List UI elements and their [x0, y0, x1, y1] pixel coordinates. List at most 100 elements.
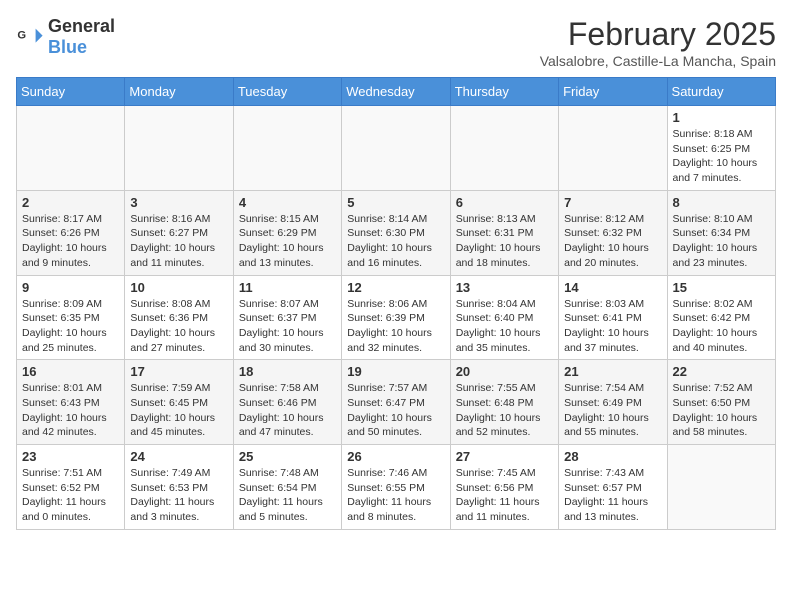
day-number: 27: [456, 449, 553, 464]
weekday-header-monday: Monday: [125, 78, 233, 106]
weekday-header-saturday: Saturday: [667, 78, 775, 106]
calendar-cell: 18 Sunrise: 7:58 AM Sunset: 6:46 PM Dayli…: [233, 360, 341, 445]
day-info: Sunrise: 8:10 AM Sunset: 6:34 PM Dayligh…: [673, 212, 770, 271]
day-info: Sunrise: 8:16 AM Sunset: 6:27 PM Dayligh…: [130, 212, 227, 271]
calendar-cell: 7 Sunrise: 8:12 AM Sunset: 6:32 PM Daylig…: [559, 190, 667, 275]
day-number: 19: [347, 364, 444, 379]
month-year-title: February 2025: [540, 16, 776, 53]
calendar-cell: 5 Sunrise: 8:14 AM Sunset: 6:30 PM Daylig…: [342, 190, 450, 275]
day-info: Sunrise: 8:09 AM Sunset: 6:35 PM Dayligh…: [22, 297, 119, 356]
day-number: 10: [130, 280, 227, 295]
day-info: Sunrise: 8:14 AM Sunset: 6:30 PM Dayligh…: [347, 212, 444, 271]
calendar-week-row: 2Sunrise: 8:17 AM Sunset: 6:26 PM Daylig…: [17, 190, 776, 275]
day-info: Sunrise: 7:55 AM Sunset: 6:48 PM Dayligh…: [456, 381, 553, 440]
day-info: Sunrise: 7:46 AM Sunset: 6:55 PM Dayligh…: [347, 466, 444, 525]
calendar-cell: 13 Sunrise: 8:04 AM Sunset: 6:40 PM Dayli…: [450, 275, 558, 360]
calendar-cell: 4 Sunrise: 8:15 AM Sunset: 6:29 PM Daylig…: [233, 190, 341, 275]
day-info: Sunrise: 8:18 AM Sunset: 6:25 PM Dayligh…: [673, 127, 770, 186]
weekday-header-thursday: Thursday: [450, 78, 558, 106]
calendar-cell: 1 Sunrise: 8:18 AM Sunset: 6:25 PM Daylig…: [667, 106, 775, 191]
day-number: 24: [130, 449, 227, 464]
calendar-cell: 28Sunrise: 7:43 AM Sunset: 6:57 PM Dayli…: [559, 445, 667, 530]
day-info: Sunrise: 8:08 AM Sunset: 6:36 PM Dayligh…: [130, 297, 227, 356]
svg-text:G: G: [17, 29, 26, 41]
calendar-week-row: 23 Sunrise: 7:51 AM Sunset: 6:52 PM Dayli…: [17, 445, 776, 530]
logo-general-text: General: [48, 16, 115, 36]
weekday-header-friday: Friday: [559, 78, 667, 106]
calendar-cell: [125, 106, 233, 191]
logo-blue-text: Blue: [48, 37, 87, 57]
calendar-cell: [233, 106, 341, 191]
day-number: 7: [564, 195, 661, 210]
weekday-header-row: SundayMondayTuesdayWednesdayThursdayFrid…: [17, 78, 776, 106]
day-info: Sunrise: 7:59 AM Sunset: 6:45 PM Dayligh…: [130, 381, 227, 440]
day-number: 16: [22, 364, 119, 379]
calendar-cell: [17, 106, 125, 191]
day-number: 15: [673, 280, 770, 295]
day-number: 6: [456, 195, 553, 210]
calendar-cell: [667, 445, 775, 530]
day-number: 20: [456, 364, 553, 379]
calendar-cell: 21Sunrise: 7:54 AM Sunset: 6:49 PM Dayli…: [559, 360, 667, 445]
day-number: 23: [22, 449, 119, 464]
day-info: Sunrise: 8:15 AM Sunset: 6:29 PM Dayligh…: [239, 212, 336, 271]
day-info: Sunrise: 7:51 AM Sunset: 6:52 PM Dayligh…: [22, 466, 119, 525]
calendar-cell: [559, 106, 667, 191]
calendar-cell: 25 Sunrise: 7:48 AM Sunset: 6:54 PM Dayli…: [233, 445, 341, 530]
day-number: 18: [239, 364, 336, 379]
weekday-header-tuesday: Tuesday: [233, 78, 341, 106]
day-info: Sunrise: 8:13 AM Sunset: 6:31 PM Dayligh…: [456, 212, 553, 271]
day-number: 5: [347, 195, 444, 210]
day-info: Sunrise: 8:06 AM Sunset: 6:39 PM Dayligh…: [347, 297, 444, 356]
calendar-cell: 11 Sunrise: 8:07 AM Sunset: 6:37 PM Dayli…: [233, 275, 341, 360]
day-info: Sunrise: 8:12 AM Sunset: 6:32 PM Dayligh…: [564, 212, 661, 271]
calendar-cell: 22 Sunrise: 7:52 AM Sunset: 6:50 PM Dayli…: [667, 360, 775, 445]
calendar-cell: 10 Sunrise: 8:08 AM Sunset: 6:36 PM Dayli…: [125, 275, 233, 360]
weekday-header-wednesday: Wednesday: [342, 78, 450, 106]
day-number: 4: [239, 195, 336, 210]
day-info: Sunrise: 7:52 AM Sunset: 6:50 PM Dayligh…: [673, 381, 770, 440]
page-header: G General Blue February 2025 Valsalobre,…: [16, 16, 776, 69]
day-number: 25: [239, 449, 336, 464]
logo-icon: G: [16, 23, 44, 51]
calendar-week-row: 1 Sunrise: 8:18 AM Sunset: 6:25 PM Daylig…: [17, 106, 776, 191]
weekday-header-sunday: Sunday: [17, 78, 125, 106]
calendar-cell: 8 Sunrise: 8:10 AM Sunset: 6:34 PM Daylig…: [667, 190, 775, 275]
day-info: Sunrise: 7:43 AM Sunset: 6:57 PM Dayligh…: [564, 466, 661, 525]
calendar-cell: [450, 106, 558, 191]
calendar-table: SundayMondayTuesdayWednesdayThursdayFrid…: [16, 77, 776, 530]
calendar-cell: 20 Sunrise: 7:55 AM Sunset: 6:48 PM Dayli…: [450, 360, 558, 445]
calendar-week-row: 9Sunrise: 8:09 AM Sunset: 6:35 PM Daylig…: [17, 275, 776, 360]
day-info: Sunrise: 7:45 AM Sunset: 6:56 PM Dayligh…: [456, 466, 553, 525]
day-info: Sunrise: 8:03 AM Sunset: 6:41 PM Dayligh…: [564, 297, 661, 356]
calendar-cell: 2Sunrise: 8:17 AM Sunset: 6:26 PM Daylig…: [17, 190, 125, 275]
calendar-cell: 27 Sunrise: 7:45 AM Sunset: 6:56 PM Dayli…: [450, 445, 558, 530]
day-number: 13: [456, 280, 553, 295]
day-number: 2: [22, 195, 119, 210]
calendar-week-row: 16Sunrise: 8:01 AM Sunset: 6:43 PM Dayli…: [17, 360, 776, 445]
day-number: 12: [347, 280, 444, 295]
day-info: Sunrise: 7:49 AM Sunset: 6:53 PM Dayligh…: [130, 466, 227, 525]
day-number: 26: [347, 449, 444, 464]
day-info: Sunrise: 8:02 AM Sunset: 6:42 PM Dayligh…: [673, 297, 770, 356]
calendar-cell: 3 Sunrise: 8:16 AM Sunset: 6:27 PM Daylig…: [125, 190, 233, 275]
calendar-cell: 24 Sunrise: 7:49 AM Sunset: 6:53 PM Dayli…: [125, 445, 233, 530]
calendar-cell: [342, 106, 450, 191]
day-number: 1: [673, 110, 770, 125]
title-block: February 2025 Valsalobre, Castille-La Ma…: [540, 16, 776, 69]
day-info: Sunrise: 8:04 AM Sunset: 6:40 PM Dayligh…: [456, 297, 553, 356]
day-info: Sunrise: 7:58 AM Sunset: 6:46 PM Dayligh…: [239, 381, 336, 440]
day-info: Sunrise: 8:07 AM Sunset: 6:37 PM Dayligh…: [239, 297, 336, 356]
day-number: 14: [564, 280, 661, 295]
day-info: Sunrise: 7:54 AM Sunset: 6:49 PM Dayligh…: [564, 381, 661, 440]
calendar-cell: 19 Sunrise: 7:57 AM Sunset: 6:47 PM Dayli…: [342, 360, 450, 445]
day-info: Sunrise: 7:57 AM Sunset: 6:47 PM Dayligh…: [347, 381, 444, 440]
day-info: Sunrise: 7:48 AM Sunset: 6:54 PM Dayligh…: [239, 466, 336, 525]
day-number: 8: [673, 195, 770, 210]
calendar-cell: 14 Sunrise: 8:03 AM Sunset: 6:41 PM Dayli…: [559, 275, 667, 360]
day-number: 11: [239, 280, 336, 295]
calendar-cell: 26 Sunrise: 7:46 AM Sunset: 6:55 PM Dayli…: [342, 445, 450, 530]
day-number: 22: [673, 364, 770, 379]
location-subtitle: Valsalobre, Castille-La Mancha, Spain: [540, 53, 776, 69]
day-number: 3: [130, 195, 227, 210]
